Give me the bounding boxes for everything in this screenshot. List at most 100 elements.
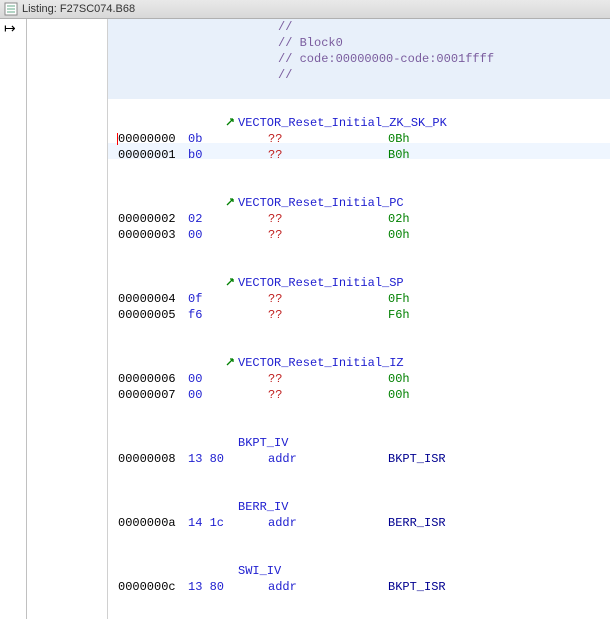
xref-arrow-icon	[226, 276, 236, 286]
current-location-arrow-icon: ↦	[4, 21, 16, 38]
address: 0000000c	[108, 580, 188, 594]
blank-line	[108, 483, 610, 499]
blank-line	[108, 179, 610, 195]
symbol-label[interactable]: VECTOR_Reset_Initial_PC	[108, 195, 610, 211]
symbol-label[interactable]: VECTOR_Reset_Initial_ZK_SK_PK	[108, 115, 610, 131]
blank-line	[108, 467, 610, 483]
address: 00000006	[108, 372, 188, 386]
mnemonic: ??	[238, 388, 378, 402]
mnemonic: ??	[238, 308, 378, 322]
bytes: 13 80	[188, 580, 238, 594]
xref-arrow-icon	[226, 196, 236, 206]
operand[interactable]: BKPT_ISR	[378, 452, 446, 466]
comment-line: // Block0	[108, 35, 610, 51]
listing-icon	[4, 2, 18, 16]
address: 00000000	[108, 132, 188, 146]
symbol-label[interactable]: BKPT_IV	[108, 435, 610, 451]
code-line[interactable]: 0000000813 80addrBKPT_ISR	[108, 451, 610, 467]
code-line[interactable]: 0000000a14 1caddrBERR_ISR	[108, 515, 610, 531]
label-text: BERR_IV	[238, 500, 288, 514]
left-margin[interactable]	[27, 19, 108, 619]
label-text: SWI_IV	[238, 564, 281, 578]
code-line[interactable]: 00000001b0??B0h	[108, 147, 610, 163]
blank-line	[108, 243, 610, 259]
blank-line	[108, 403, 610, 419]
window-titlebar[interactable]: Listing: F27SC074.B68	[0, 0, 610, 19]
blank-line	[108, 547, 610, 563]
mnemonic: ??	[238, 292, 378, 306]
operand[interactable]: 02h	[378, 212, 410, 226]
mnemonic: addr	[238, 516, 378, 530]
marker-gutter[interactable]: ↦	[0, 19, 27, 619]
bytes: 00	[188, 372, 238, 386]
comment-line: //	[108, 19, 610, 35]
blank-line	[108, 323, 610, 339]
listing-panel: ↦ //// Block0// code:00000000-code:0001f…	[0, 19, 610, 619]
comment-line: //	[108, 67, 610, 83]
code-line[interactable]: 000000040f??0Fh	[108, 291, 610, 307]
address: 00000005	[108, 308, 188, 322]
blank-line	[108, 339, 610, 355]
address: 00000007	[108, 388, 188, 402]
code-line[interactable]: 000000000b??0Bh	[108, 131, 610, 147]
label-text: BKPT_IV	[238, 436, 288, 450]
code-line[interactable]: 0000000202??02h	[108, 211, 610, 227]
bytes: b0	[188, 148, 238, 162]
operand[interactable]: 0Bh	[378, 132, 410, 146]
code-line[interactable]: 0000000c13 80addrBKPT_ISR	[108, 579, 610, 595]
bytes: 14 1c	[188, 516, 238, 530]
blank-line	[108, 419, 610, 435]
mnemonic: ??	[238, 148, 378, 162]
mnemonic: ??	[238, 132, 378, 146]
operand[interactable]: F6h	[378, 308, 410, 322]
mnemonic: addr	[238, 580, 378, 594]
bytes: 02	[188, 212, 238, 226]
bytes: 0b	[188, 132, 238, 146]
operand[interactable]: 00h	[378, 388, 410, 402]
bytes: f6	[188, 308, 238, 322]
address: 00000002	[108, 212, 188, 226]
symbol-label[interactable]: BERR_IV	[108, 499, 610, 515]
address: 00000003	[108, 228, 188, 242]
xref-arrow-icon	[226, 116, 236, 126]
comment-line: // code:00000000-code:0001ffff	[108, 51, 610, 67]
code-line[interactable]: 0000000300??00h	[108, 227, 610, 243]
operand[interactable]: 0Fh	[378, 292, 410, 306]
operand[interactable]: BKPT_ISR	[378, 580, 446, 594]
address: 00000004	[108, 292, 188, 306]
label-text: VECTOR_Reset_Initial_IZ	[238, 356, 404, 370]
bytes: 13 80	[188, 452, 238, 466]
operand[interactable]: BERR_ISR	[378, 516, 446, 530]
mnemonic: addr	[238, 452, 378, 466]
blank-line	[108, 99, 610, 115]
code-line[interactable]: 00000005f6??F6h	[108, 307, 610, 323]
code-line[interactable]: 0000000600??00h	[108, 371, 610, 387]
symbol-label[interactable]: SWI_IV	[108, 563, 610, 579]
address: 00000001	[108, 148, 188, 162]
text-caret	[117, 133, 118, 145]
listing-area[interactable]: //// Block0// code:00000000-code:0001fff…	[108, 19, 610, 619]
address: 0000000a	[108, 516, 188, 530]
xref-arrow-icon	[226, 356, 236, 366]
bytes: 00	[188, 228, 238, 242]
window-title: Listing: F27SC074.B68	[22, 3, 135, 15]
address: 00000008	[108, 452, 188, 466]
blank-line	[108, 163, 610, 179]
label-text: VECTOR_Reset_Initial_ZK_SK_PK	[238, 116, 447, 130]
label-text: VECTOR_Reset_Initial_PC	[238, 196, 404, 210]
operand[interactable]: 00h	[378, 228, 410, 242]
bytes: 0f	[188, 292, 238, 306]
blank-line	[108, 259, 610, 275]
symbol-label[interactable]: VECTOR_Reset_Initial_SP	[108, 275, 610, 291]
operand[interactable]: B0h	[378, 148, 410, 162]
symbol-label[interactable]: VECTOR_Reset_Initial_IZ	[108, 355, 610, 371]
code-line[interactable]: 0000000700??00h	[108, 387, 610, 403]
mnemonic: ??	[238, 228, 378, 242]
operand[interactable]: 00h	[378, 372, 410, 386]
blank-line	[108, 83, 610, 99]
blank-line	[108, 595, 610, 611]
mnemonic: ??	[238, 372, 378, 386]
label-text: VECTOR_Reset_Initial_SP	[238, 276, 404, 290]
blank-line	[108, 531, 610, 547]
blank-line	[108, 611, 610, 619]
